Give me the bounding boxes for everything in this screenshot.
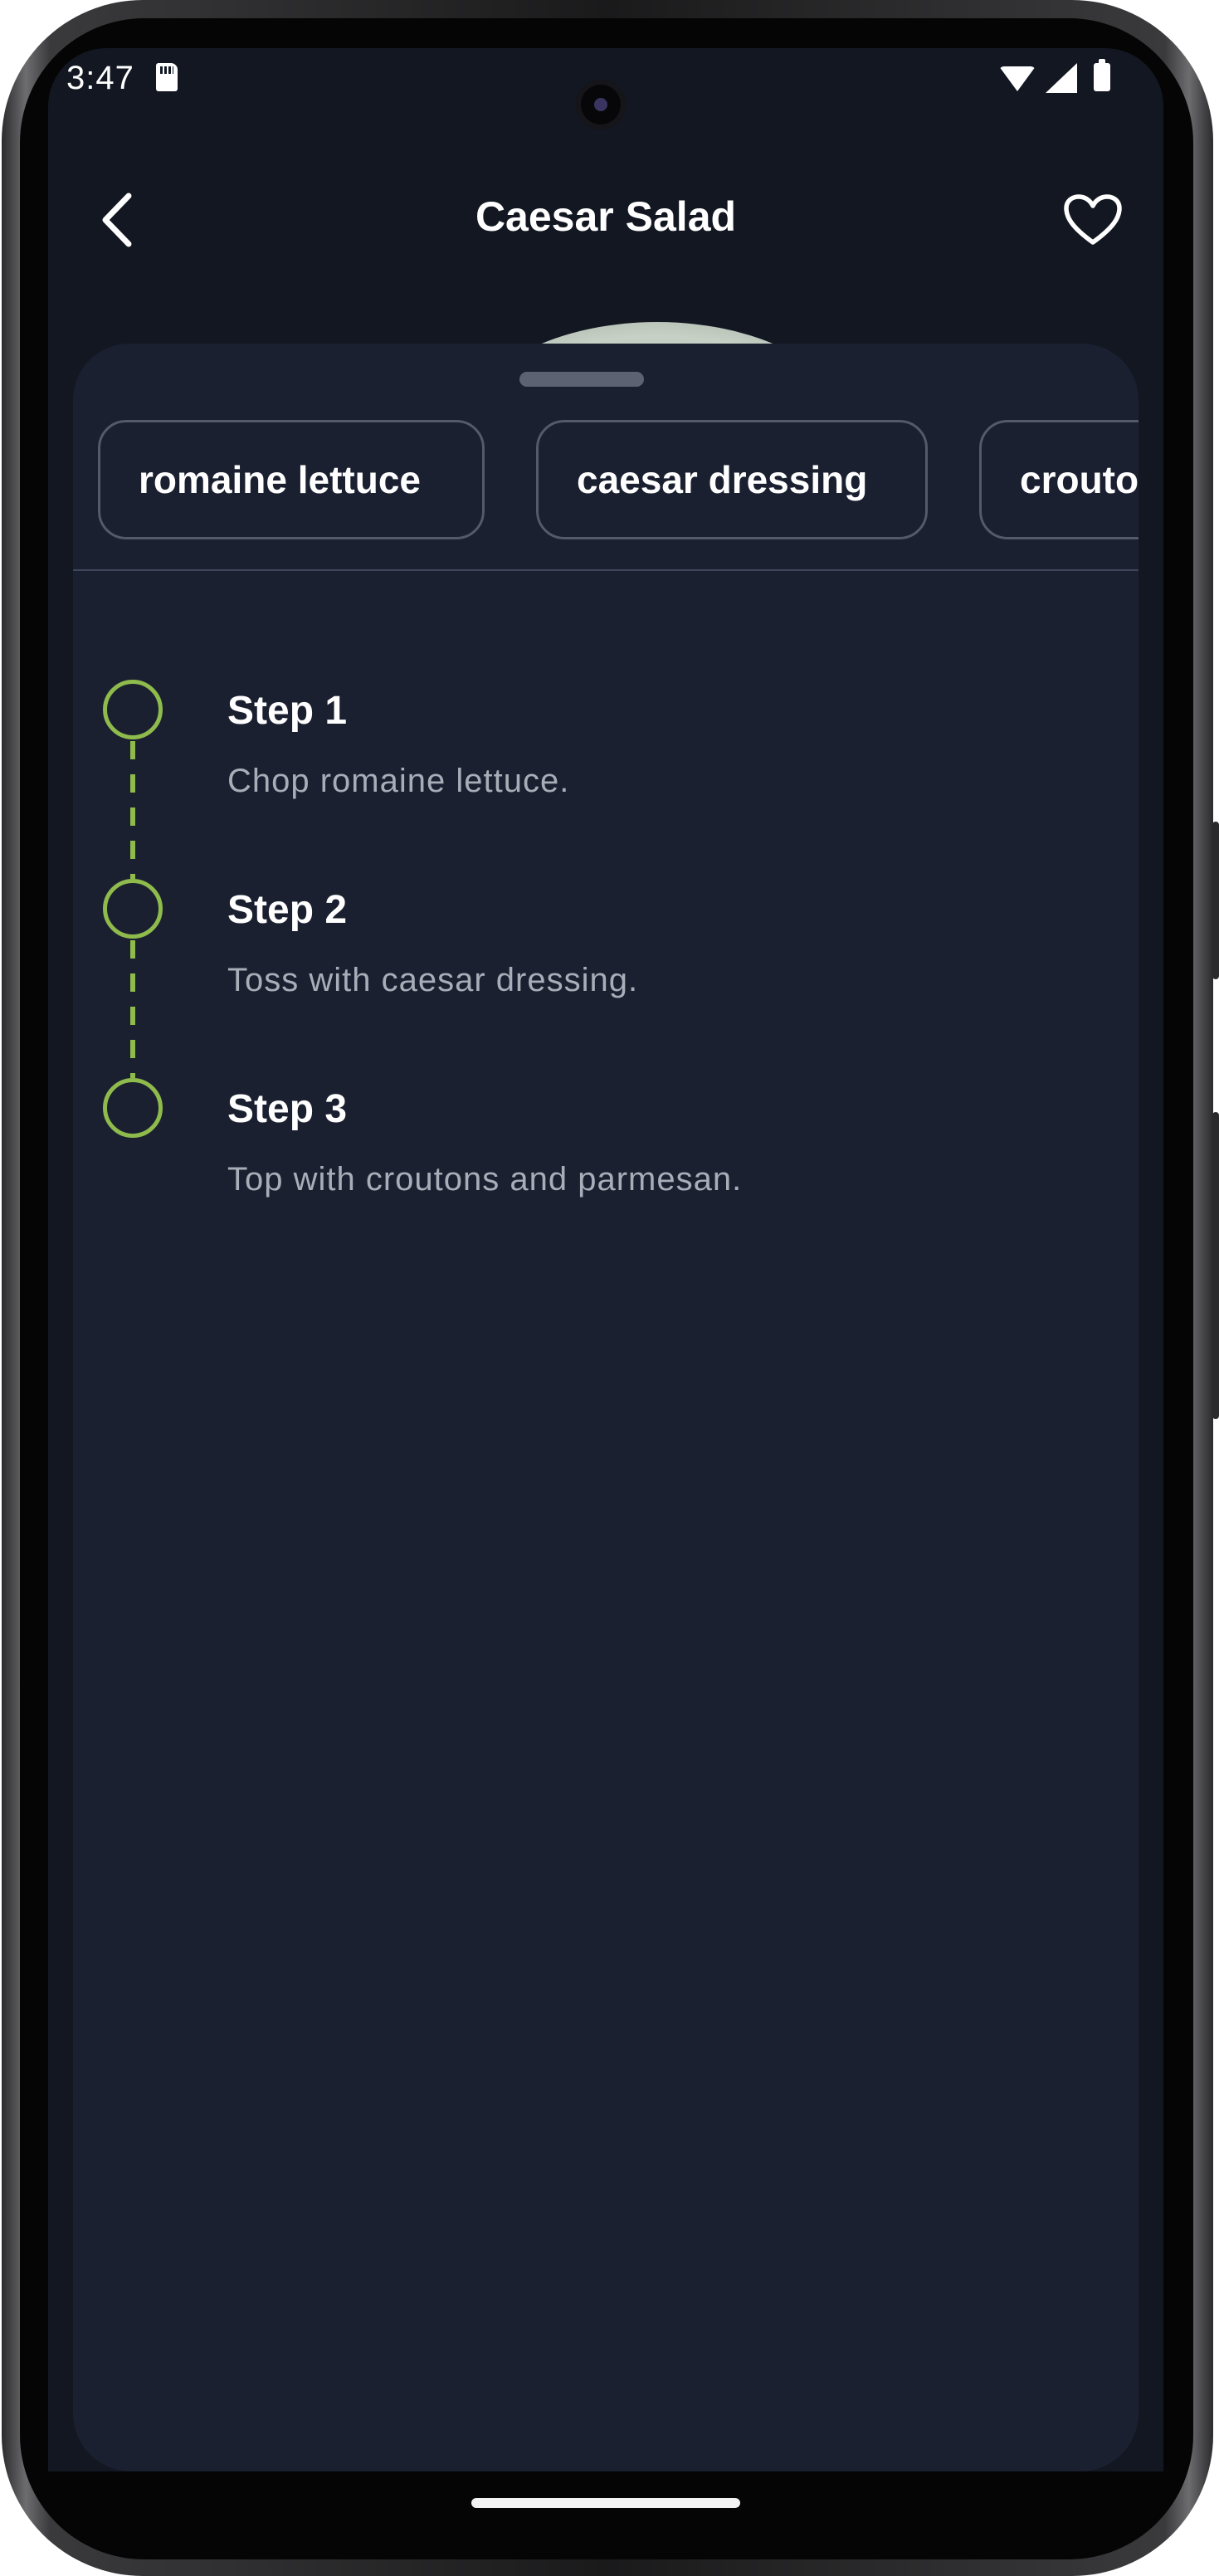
step-item: Step 2 Toss with caesar dressing. bbox=[73, 879, 1139, 1078]
step-title: Step 1 bbox=[227, 689, 348, 733]
ingredient-chip[interactable]: romaine lettuce bbox=[98, 420, 485, 539]
step-description: Chop romaine lettuce. bbox=[227, 763, 570, 799]
ingredient-chip-label: caesar dressing bbox=[577, 458, 868, 501]
screen: 3:47 Caesar Salad romaine lettuce caesar… bbox=[48, 48, 1163, 2471]
wifi-icon bbox=[999, 66, 1036, 91]
cell-signal-icon bbox=[1046, 63, 1077, 93]
drag-handle[interactable] bbox=[519, 372, 644, 387]
home-indicator[interactable] bbox=[471, 2498, 740, 2508]
ingredient-chip-label: romaine lettuce bbox=[139, 458, 421, 501]
step-item: Step 1 Chop romaine lettuce. bbox=[73, 680, 1139, 879]
ingredient-chip[interactable]: caesar dressing bbox=[536, 420, 928, 539]
ingredient-chips[interactable]: romaine lettuce caesar dressing croutons bbox=[98, 420, 1139, 544]
step-title: Step 3 bbox=[227, 1087, 348, 1131]
app-bar: Caesar Salad bbox=[48, 164, 1163, 272]
step-connector bbox=[130, 741, 135, 879]
divider bbox=[73, 569, 1139, 571]
volume-button bbox=[1212, 822, 1219, 979]
step-item: Step 3 Top with croutons and parmesan. bbox=[73, 1078, 1139, 1277]
power-button bbox=[1212, 1112, 1219, 1419]
front-camera bbox=[576, 80, 626, 129]
favorite-button[interactable] bbox=[1056, 183, 1130, 257]
ingredient-chip[interactable]: croutons bbox=[979, 420, 1139, 539]
heart-outline-icon bbox=[1064, 194, 1122, 245]
recipe-sheet[interactable]: romaine lettuce caesar dressing croutons… bbox=[73, 344, 1139, 2471]
ingredient-chip-label: croutons bbox=[1020, 458, 1139, 501]
sd-card-icon bbox=[156, 63, 178, 91]
step-circle-icon bbox=[103, 680, 163, 739]
step-connector bbox=[130, 940, 135, 1078]
page-title: Caesar Salad bbox=[475, 193, 737, 240]
step-title: Step 2 bbox=[227, 888, 348, 932]
battery-icon bbox=[1094, 59, 1110, 91]
step-description: Toss with caesar dressing. bbox=[227, 962, 639, 998]
step-circle-icon bbox=[103, 1078, 163, 1138]
step-circle-icon bbox=[103, 879, 163, 939]
phone-frame: 3:47 Caesar Salad romaine lettuce caesar… bbox=[0, 0, 1219, 2576]
status-time: 3:47 bbox=[66, 60, 134, 96]
step-description: Top with croutons and parmesan. bbox=[227, 1161, 743, 1198]
